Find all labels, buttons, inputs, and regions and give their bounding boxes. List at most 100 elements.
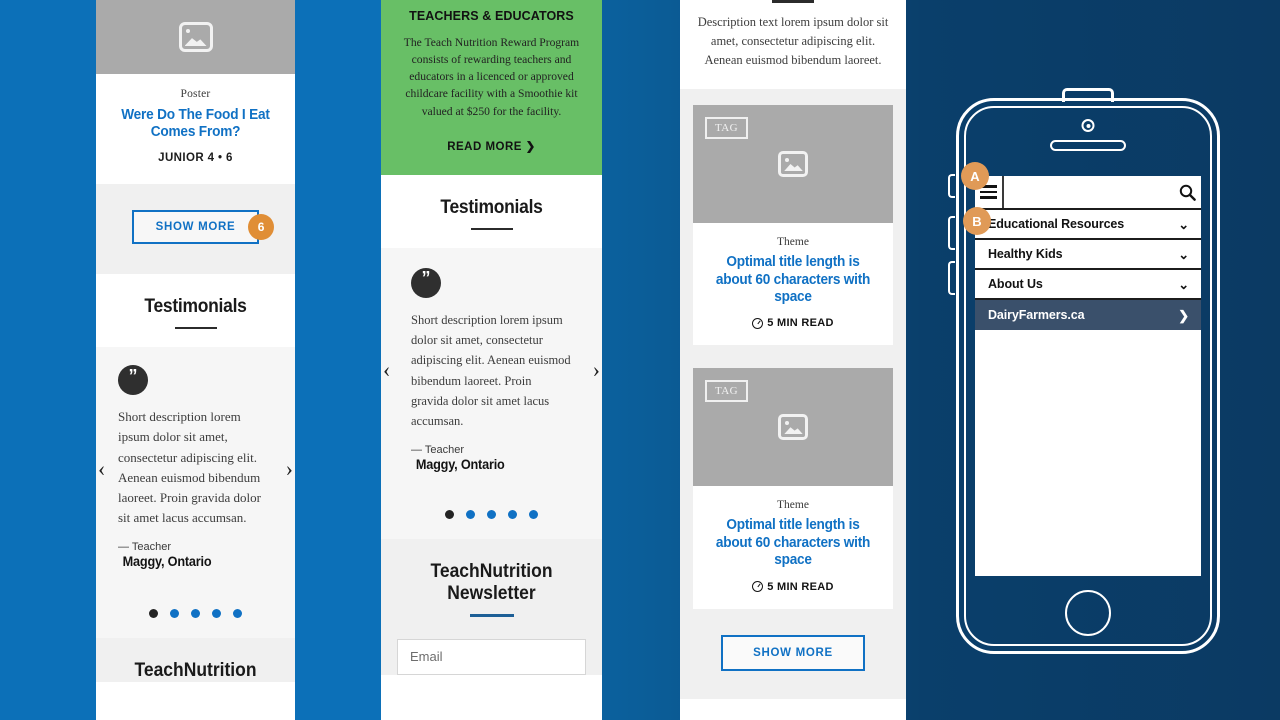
- testimonial-name: Maggy, Ontario: [415, 457, 505, 473]
- newsletter-heading: TeachNutrition Newsletter: [430, 561, 553, 604]
- quote-icon: ”: [411, 267, 441, 298]
- nav-menu-item[interactable]: DairyFarmers.ca ❯: [975, 300, 1201, 330]
- pagination-dot[interactable]: [445, 510, 454, 520]
- phone-home-button[interactable]: [1065, 590, 1111, 636]
- show-more-button[interactable]: SHOW MORE: [721, 634, 865, 671]
- intro-divider: [772, 0, 814, 3]
- mobile-search-bar: [975, 176, 1201, 210]
- read-more-link[interactable]: READ MORE ❯: [397, 139, 586, 153]
- section-intro: Description text lorem ipsum dolor sit a…: [680, 0, 906, 90]
- phone-mockup: Educational Resources ⌄ Healthy Kids ⌄ About…: [948, 88, 1220, 654]
- search-input[interactable]: [1003, 176, 1175, 208]
- article-title[interactable]: Optimal title length is about 60 charact…: [708, 254, 877, 306]
- chevron-right-icon: ❯: [1178, 307, 1189, 323]
- chevron-down-icon: ⌄: [1178, 276, 1189, 292]
- article-title[interactable]: Optimal title length is about 60 charact…: [708, 517, 877, 569]
- mobile-panel-articles: Description text lorem ipsum dolor sit a…: [680, 0, 906, 720]
- testimonial-prev-arrow[interactable]: ‹: [383, 359, 390, 381]
- footer-brand-title: TeachNutrition: [134, 660, 257, 682]
- testimonials-heading: Testimonials: [440, 196, 543, 218]
- testimonial-text: Short description lorem ipsum dolor sit …: [118, 409, 261, 525]
- testimonial-pagination-dots: [96, 591, 295, 639]
- article-tag-badge: TAG: [705, 117, 748, 140]
- testimonial-slide: ‹ › ” Short description lorem ipsum dolo…: [381, 247, 602, 493]
- newsletter-email-input[interactable]: [397, 638, 586, 675]
- newsletter-section: TeachNutrition Newsletter: [381, 539, 602, 675]
- testimonials-header: Testimonials: [96, 274, 295, 348]
- teachers-promo-body: The Teach Nutrition Reward Program consi…: [403, 36, 580, 118]
- article-list: TAG Theme Optimal title length is about …: [680, 89, 906, 699]
- testimonial-role: — Teacher: [411, 444, 464, 457]
- image-placeholder-icon: [178, 22, 213, 52]
- nav-menu-item-label: About Us: [988, 277, 1043, 291]
- nav-menu-item[interactable]: Educational Resources ⌄: [975, 210, 1201, 240]
- testimonial-slide: ‹ › ” Short description lorem ipsum dolo…: [96, 347, 295, 592]
- phone-silent-switch[interactable]: [948, 174, 955, 198]
- nav-menu-item[interactable]: About Us ⌄: [975, 270, 1201, 300]
- article-theme: Theme: [777, 499, 809, 512]
- article-theme: Theme: [777, 236, 809, 249]
- image-placeholder-icon: [778, 414, 808, 441]
- article-card[interactable]: TAG Theme Optimal title length is about …: [693, 105, 893, 346]
- article-thumbnail: TAG: [693, 368, 893, 487]
- teachers-promo-heading: TEACHERS & EDUCATORS: [409, 9, 574, 23]
- phone-screen: Educational Resources ⌄ Healthy Kids ⌄ About…: [975, 176, 1201, 576]
- testimonial-role: — Teacher: [118, 541, 171, 554]
- testimonial-next-arrow[interactable]: ›: [286, 458, 293, 480]
- teachers-promo-block: TEACHERS & EDUCATORS The Teach Nutrition…: [381, 0, 602, 175]
- mobile-panel-teachers: TEACHERS & EDUCATORS The Teach Nutrition…: [381, 0, 602, 720]
- intro-description: Description text lorem ipsum dolor sit a…: [697, 15, 889, 67]
- heading-divider: [470, 227, 513, 230]
- testimonial-name: Maggy, Ontario: [122, 554, 212, 570]
- mobile-panel-resources: Poster Were Do The Food I Eat Comes From…: [96, 0, 295, 720]
- newsletter-divider: [469, 613, 514, 617]
- testimonial-pagination-dots: [381, 492, 602, 540]
- pagination-dot[interactable]: [212, 609, 221, 619]
- poster-kicker: Poster: [180, 88, 211, 100]
- pagination-dot[interactable]: [233, 609, 242, 619]
- pagination-dot[interactable]: [508, 510, 517, 520]
- nav-menu-item[interactable]: Healthy Kids ⌄: [975, 240, 1201, 270]
- poster-title[interactable]: Were Do The Food I Eat Comes From?: [113, 107, 278, 141]
- article-tag-badge: TAG: [705, 380, 748, 403]
- read-time-label: 5 MIN READ: [767, 317, 834, 330]
- pagination-dot[interactable]: [170, 609, 179, 619]
- nav-menu-item-label: Educational Resources: [988, 217, 1125, 231]
- show-more-section: SHOW MORE 6: [96, 184, 295, 275]
- poster-hero-image: [96, 0, 295, 74]
- article-body: Theme Optimal title length is about 60 c…: [693, 223, 893, 345]
- pagination-dot[interactable]: [487, 510, 496, 520]
- mobile-nav-menu: Educational Resources ⌄ Healthy Kids ⌄ About…: [975, 210, 1201, 330]
- show-more-count-badge: 6: [248, 214, 275, 241]
- nav-menu-item-label: DairyFarmers.ca: [988, 308, 1085, 322]
- callout-badge-a: A: [961, 162, 989, 190]
- footer-brand-section: TeachNutrition: [96, 638, 295, 683]
- testimonial-prev-arrow[interactable]: ‹: [98, 458, 105, 480]
- testimonial-next-arrow[interactable]: ›: [593, 359, 600, 381]
- show-more-button[interactable]: SHOW MORE 6: [131, 210, 275, 245]
- pagination-dot[interactable]: [149, 609, 158, 619]
- phone-volume-up-button[interactable]: [948, 216, 955, 250]
- poster-grade: JUNIOR 4 • 6: [158, 152, 233, 165]
- read-time-label: 5 MIN READ: [767, 580, 834, 593]
- pagination-dot[interactable]: [191, 609, 200, 619]
- article-card[interactable]: TAG Theme Optimal title length is about …: [693, 368, 893, 609]
- article-read-time: 5 MIN READ: [703, 317, 883, 329]
- nav-menu-item-label: Healthy Kids: [988, 247, 1063, 261]
- pagination-dot[interactable]: [529, 510, 538, 520]
- chevron-down-icon: ⌄: [1178, 246, 1189, 262]
- show-more-section: SHOW MORE: [693, 632, 893, 699]
- heading-divider: [174, 327, 217, 330]
- clock-icon: [752, 581, 764, 593]
- article-thumbnail: TAG: [693, 105, 893, 224]
- phone-speaker-grille: [1050, 140, 1126, 151]
- phone-camera-icon: [1081, 119, 1095, 132]
- testimonial-text: Short description lorem ipsum dolor sit …: [411, 312, 571, 429]
- testimonials-heading: Testimonials: [144, 296, 247, 318]
- pagination-dot[interactable]: [466, 510, 475, 520]
- search-icon[interactable]: [1175, 176, 1202, 208]
- image-placeholder-icon: [778, 151, 808, 178]
- clock-icon: [752, 317, 764, 329]
- show-more-label: SHOW MORE: [753, 646, 833, 659]
- phone-volume-down-button[interactable]: [948, 261, 955, 295]
